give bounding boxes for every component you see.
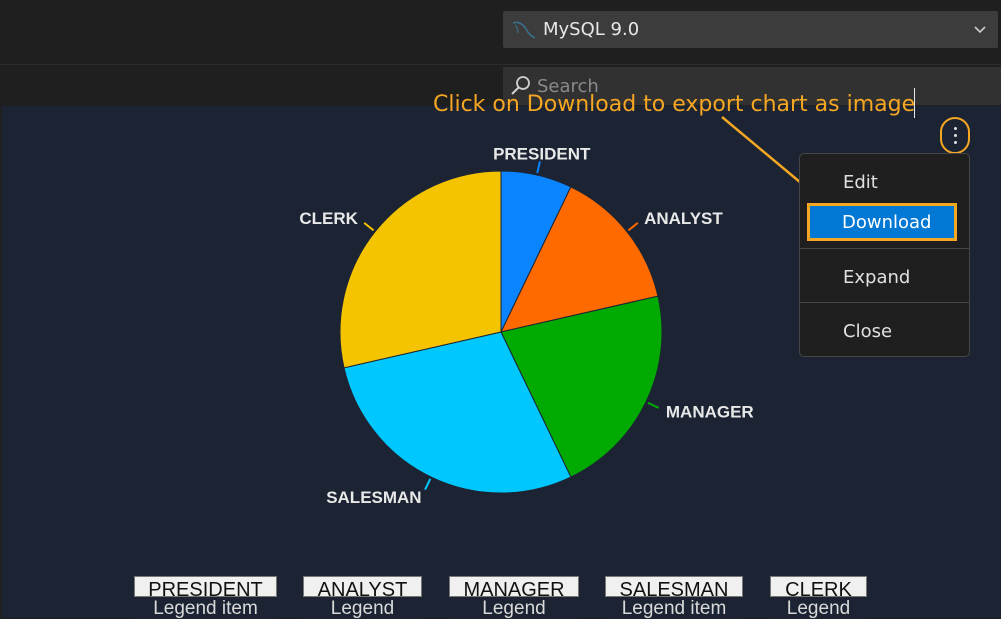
more-dot	[953, 134, 957, 137]
legend-label: PRESIDENT	[134, 576, 277, 597]
context-menu: Edit Download Expand Close	[799, 153, 970, 357]
pie-label-president: PRESIDENT	[493, 145, 591, 164]
menu-item-edit[interactable]: Edit	[800, 165, 969, 199]
legend-label: MANAGER	[449, 576, 579, 597]
pie-label-tick	[647, 401, 660, 409]
kernel-label: MySQL 9.0	[543, 19, 640, 40]
pie-label-tick	[363, 222, 375, 232]
menu-item-close[interactable]: Close	[800, 314, 969, 348]
pie-label-clerk: CLERK	[299, 209, 358, 228]
instruction-annotation: Click on Download to export chart as ima…	[433, 92, 916, 117]
legend-item-salesman[interactable]: SALESMAN Legend item	[605, 576, 743, 619]
menu-item-expand[interactable]: Expand	[800, 260, 969, 294]
menu-separator	[800, 302, 969, 303]
kernel-selector[interactable]: MySQL 9.0	[503, 11, 998, 48]
more-dot	[953, 141, 957, 144]
legend-item-president[interactable]: PRESIDENT Legend item	[134, 576, 277, 619]
pie-label-analyst: ANALYST	[644, 209, 723, 228]
pie-label-tick	[627, 222, 639, 232]
pie-label-manager: MANAGER	[666, 402, 754, 421]
mysql-dolphin-icon	[512, 21, 536, 39]
legend-label: SALESMAN	[605, 576, 743, 597]
legend-item-manager[interactable]: MANAGER Legend	[449, 576, 579, 619]
pie-label-salesman: SALESMAN	[326, 488, 421, 507]
menu-separator	[800, 248, 969, 249]
menu-item-download[interactable]: Download	[807, 203, 957, 241]
legend-sublabel: Legend	[449, 599, 579, 619]
legend-sublabel: Legend	[303, 599, 422, 619]
pie-label-tick	[424, 478, 432, 491]
legend-sublabel: Legend	[770, 599, 867, 619]
more-dot	[953, 127, 957, 130]
more-options-button[interactable]	[940, 117, 970, 154]
legend-sublabel: Legend item	[605, 599, 743, 619]
legend-label: CLERK	[770, 576, 867, 597]
text-cursor	[914, 88, 915, 118]
legend-sublabel: Legend item	[134, 599, 277, 619]
legend-item-analyst[interactable]: ANALYST Legend	[303, 576, 422, 619]
legend-item-clerk[interactable]: CLERK Legend	[770, 576, 867, 619]
legend-label: ANALYST	[303, 576, 422, 597]
chevron-down-icon	[974, 26, 986, 34]
